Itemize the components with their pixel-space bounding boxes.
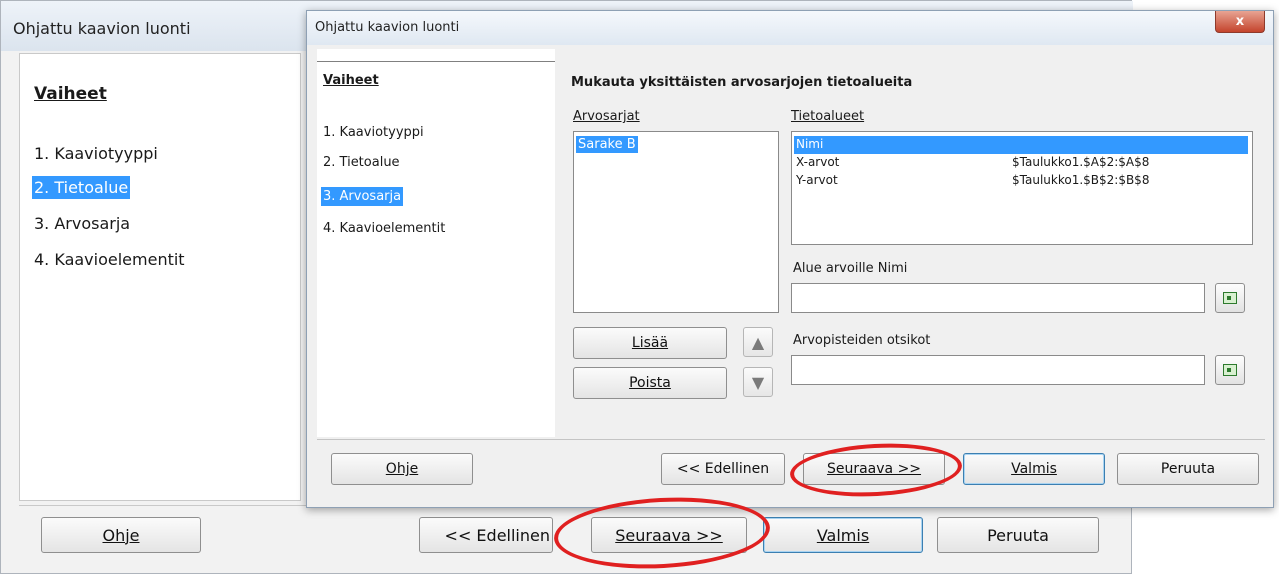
background-cancel-button[interactable]: Peruuta xyxy=(937,517,1099,553)
triangle-down-icon: ▼ xyxy=(751,372,765,392)
close-icon: x xyxy=(1235,14,1245,29)
background-step-chart-elements[interactable]: 4. Kaavioelementit xyxy=(32,248,187,271)
background-finish-button[interactable]: Valmis xyxy=(763,517,923,553)
step-data-series[interactable]: 3. Arvosarja xyxy=(321,187,404,206)
finish-button[interactable]: Valmis xyxy=(963,453,1105,485)
back-button[interactable]: << Edellinen xyxy=(661,453,785,485)
step-chart-elements[interactable]: 4. Kaavioelementit xyxy=(321,219,447,238)
background-steps-panel: Vaiheet 1. Kaaviotyyppi 2. Tietoalue 3. … xyxy=(19,53,301,501)
remove-series-button[interactable]: Poista xyxy=(573,367,727,399)
chart-wizard-dialog: Ohjattu kaavion luonti x Vaiheet 1. Kaav… xyxy=(306,10,1274,508)
background-steps-heading: Vaiheet xyxy=(34,84,107,104)
select-range-icon xyxy=(1223,292,1237,304)
close-button[interactable]: x xyxy=(1215,11,1265,33)
background-next-button[interactable]: Seuraava >> xyxy=(591,517,747,553)
categories-input[interactable] xyxy=(791,355,1205,385)
triangle-up-icon: ▲ xyxy=(751,332,765,352)
background-help-button[interactable]: Ohje xyxy=(41,517,201,553)
range-role-name: Nimi xyxy=(796,137,824,151)
window-title: Ohjattu kaavion luonti xyxy=(315,20,460,35)
select-range-button[interactable] xyxy=(1215,283,1245,313)
move-down-button[interactable]: ▼ xyxy=(743,367,773,397)
steps-panel: Vaiheet 1. Kaaviotyyppi 2. Tietoalue 3. … xyxy=(317,49,555,437)
categories-label: Arvopisteiden otsikot xyxy=(793,333,931,348)
add-series-button[interactable]: Lisää xyxy=(573,327,727,359)
button-divider xyxy=(317,439,1265,440)
background-window-title: Ohjattu kaavion luonti xyxy=(13,19,191,38)
range-row-name[interactable]: Nimi xyxy=(794,136,1248,154)
step-chart-type[interactable]: 1. Kaaviotyyppi xyxy=(321,123,426,142)
move-up-button[interactable]: ▲ xyxy=(743,327,773,357)
background-step-data-range[interactable]: 2. Tietoalue xyxy=(32,176,131,199)
series-list-item[interactable]: Sarake B xyxy=(576,136,638,153)
range-for-name-input[interactable] xyxy=(791,283,1205,313)
select-range-icon xyxy=(1223,364,1237,376)
step-data-range[interactable]: 2. Tietoalue xyxy=(321,153,402,172)
range-row-y-values[interactable]: Y-arvot $Taulukko1.$B$2:$B$8 xyxy=(794,172,1248,190)
series-listbox[interactable]: Sarake B xyxy=(573,131,779,313)
range-role-name: Y-arvot xyxy=(796,173,838,187)
select-categories-button[interactable] xyxy=(1215,355,1245,385)
title-bar: Ohjattu kaavion luonti x xyxy=(307,11,1273,45)
data-ranges-label: Tietoalueet xyxy=(791,109,865,124)
steps-heading: Vaiheet xyxy=(323,73,379,88)
next-button[interactable]: Seuraava >> xyxy=(803,453,945,485)
data-ranges-listbox[interactable]: Nimi X-arvot $Taulukko1.$A$2:$A$8 Y-arvo… xyxy=(791,131,1253,245)
cancel-button[interactable]: Peruuta xyxy=(1117,453,1259,485)
background-back-button[interactable]: << Edellinen xyxy=(419,517,553,553)
range-for-name-label: Alue arvoille Nimi xyxy=(793,261,908,276)
steps-separator xyxy=(317,61,555,62)
range-role-value: $Taulukko1.$B$2:$B$8 xyxy=(1012,173,1150,187)
range-role-name: X-arvot xyxy=(796,155,840,169)
background-step-data-series[interactable]: 3. Arvosarja xyxy=(32,212,132,235)
help-button[interactable]: Ohje xyxy=(331,453,473,485)
page-title: Mukauta yksittäisten arvosarjojen tietoa… xyxy=(571,75,913,90)
range-role-value: $Taulukko1.$A$2:$A$8 xyxy=(1012,155,1150,169)
background-step-chart-type[interactable]: 1. Kaaviotyyppi xyxy=(32,142,160,165)
series-label: Arvosarjat xyxy=(573,109,640,124)
range-row-x-values[interactable]: X-arvot $Taulukko1.$A$2:$A$8 xyxy=(794,154,1248,172)
